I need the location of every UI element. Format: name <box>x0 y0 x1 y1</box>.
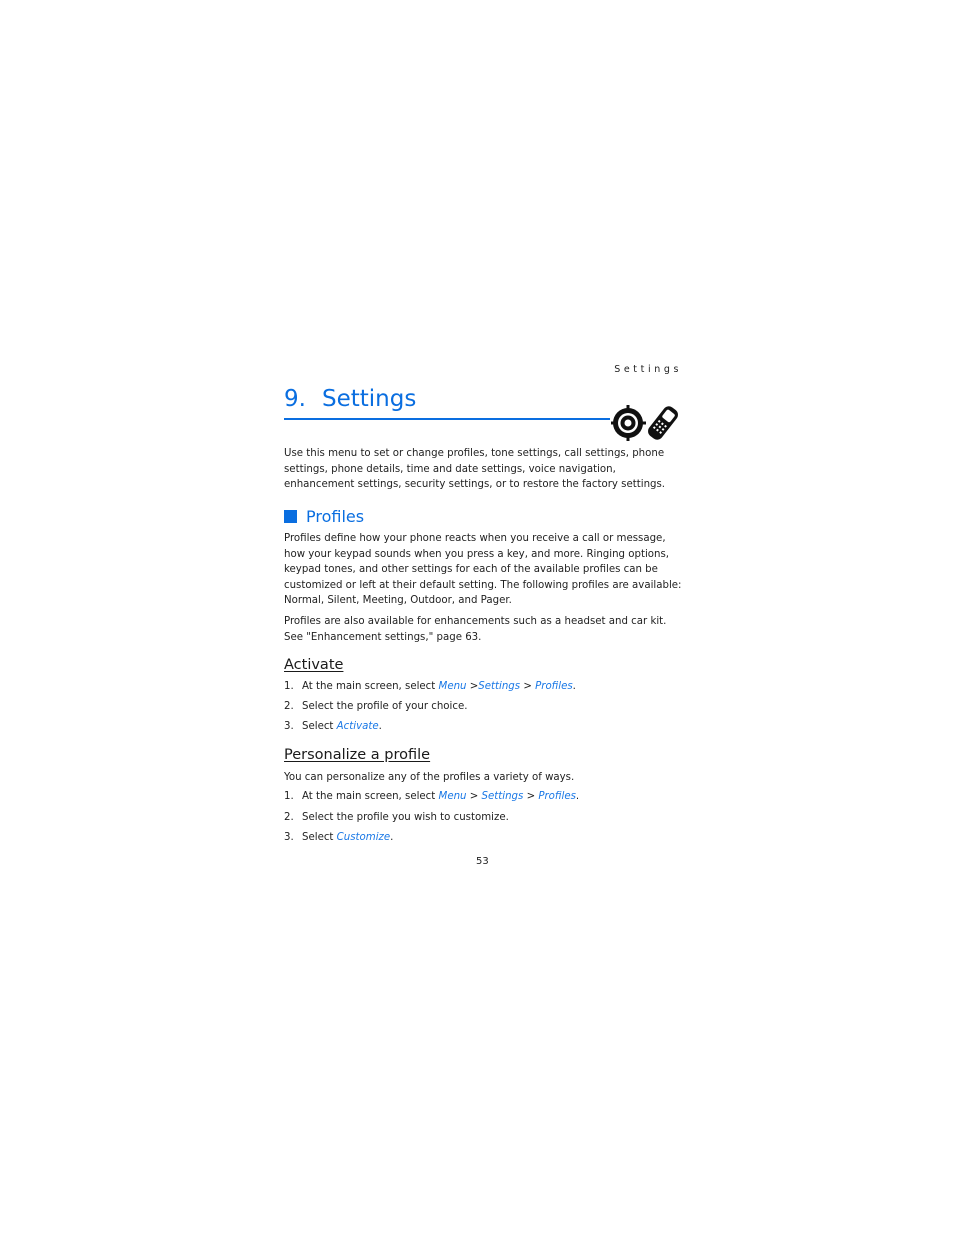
chapter-title-text: Settings <box>322 386 417 412</box>
settings-link[interactable]: Settings <box>482 791 524 802</box>
personalize-step-3: 3. Select Customize. <box>284 832 393 843</box>
step-end: . <box>572 681 576 692</box>
square-bullet-icon <box>284 510 297 523</box>
step-text: Select the profile you wish to customize… <box>302 812 509 823</box>
personalize-step-1: 1. At the main screen, select Menu > Sett… <box>284 791 579 802</box>
personalize-intro: You can personalize any of the profiles … <box>284 772 575 783</box>
step-number: 3. <box>284 832 294 843</box>
section-heading-text: Profiles <box>306 507 365 526</box>
running-header: Settings <box>614 364 682 375</box>
step-end: . <box>390 832 394 843</box>
step-text: Select <box>302 721 337 732</box>
step-text: Select <box>302 832 337 843</box>
page-number: 53 <box>476 856 489 867</box>
section-heading-profiles: Profiles <box>284 507 364 526</box>
customize-link[interactable]: Customize <box>337 832 390 843</box>
activate-step-3: 3. Select Activate. <box>284 721 382 732</box>
settings-link[interactable]: Settings <box>478 681 520 692</box>
activate-step-1: 1. At the main screen, select Menu >Setti… <box>284 681 576 692</box>
separator: > <box>523 791 539 802</box>
step-number: 2. <box>284 812 294 823</box>
step-text: At the main screen, select <box>302 791 439 802</box>
subheading-activate: Activate <box>284 657 344 673</box>
step-number: 1. <box>284 791 294 802</box>
step-end: . <box>575 791 580 802</box>
menu-link[interactable]: Menu <box>439 791 467 802</box>
step-number: 1. <box>284 681 294 692</box>
profiles-paragraph: Profiles define how your phone reacts wh… <box>284 533 682 607</box>
separator: > <box>466 681 479 692</box>
chapter-title: 9. Settings <box>284 386 416 412</box>
menu-link[interactable]: Menu <box>439 681 467 692</box>
personalize-step-2: 2. Select the profile you wish to customi… <box>284 812 509 823</box>
subheading-personalize: Personalize a profile <box>284 747 431 763</box>
separator: > <box>520 681 536 692</box>
step-end: . <box>378 721 382 732</box>
settings-gear-phone-icon <box>611 405 678 441</box>
step-text: Select the profile of your choice. <box>302 701 468 712</box>
profiles-link[interactable]: Profiles <box>535 681 573 692</box>
separator: > <box>466 791 482 802</box>
activate-step-2: 2. Select the profile of your choice. <box>284 701 467 712</box>
title-rule <box>284 418 610 420</box>
intro-paragraph: Use this menu to set or change profiles,… <box>284 448 666 491</box>
profiles-see-reference: See "Enhancement settings," page 63. <box>284 632 482 643</box>
phone-icon <box>648 406 678 440</box>
profiles-link[interactable]: Profiles <box>538 791 576 802</box>
step-number: 3. <box>284 721 294 732</box>
profiles-enhancements-line: Profiles are also available for enhancem… <box>284 616 667 627</box>
chapter-number: 9. <box>284 386 306 412</box>
step-text: At the main screen, select <box>302 681 439 692</box>
gear-icon <box>611 405 646 441</box>
step-number: 2. <box>284 701 294 712</box>
activate-link[interactable]: Activate <box>337 721 379 732</box>
